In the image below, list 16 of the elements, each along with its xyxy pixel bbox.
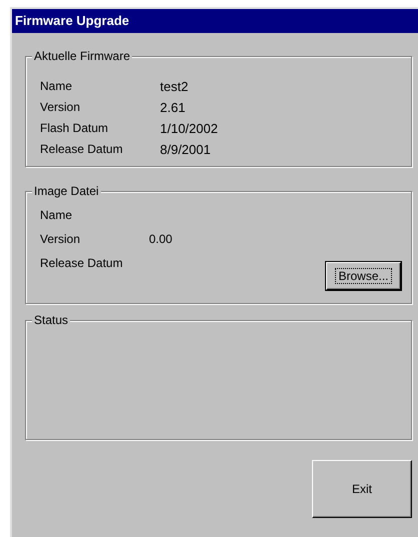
field-label: Name (40, 207, 74, 224)
field-value: 0.00 (149, 231, 172, 248)
field-label: Version (40, 231, 82, 248)
field-label: Flash Datum (40, 120, 110, 137)
window-title: Firmware Upgrade (12, 9, 418, 33)
field-value: 8/9/2001 (160, 141, 211, 159)
field-label: Version (40, 99, 82, 116)
browse-button[interactable]: Browse... (326, 262, 401, 290)
field-label: Name (40, 78, 74, 95)
field-value: test2 (160, 78, 188, 96)
field-value: 1/10/2002 (160, 120, 218, 138)
field-label: Release Datum (40, 255, 124, 272)
field-label: Release Datum (40, 141, 124, 158)
group-title: Image Datei (32, 184, 101, 199)
exit-button[interactable]: Exit (312, 460, 412, 518)
field-value: 2.61 (160, 99, 186, 117)
